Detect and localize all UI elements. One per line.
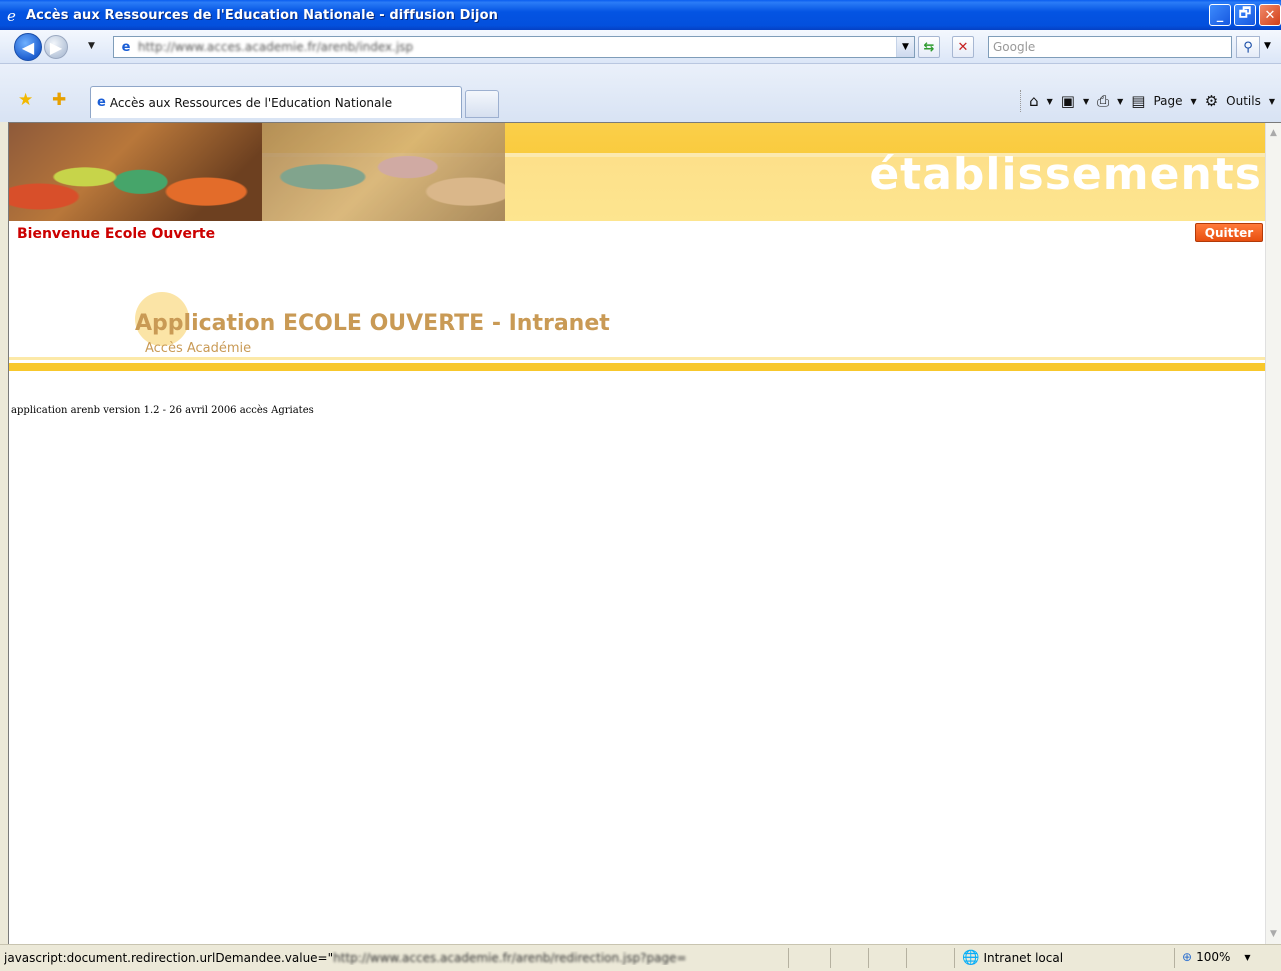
quit-button[interactable]: Quitter [1195,223,1263,242]
back-arrow-icon: ◀ [21,37,35,57]
page-menu-button[interactable]: Page [1153,94,1182,108]
globe-icon: 🌐 [962,950,980,966]
application-subtitle: Accès Académie [145,341,252,356]
svg-text:e: e [7,7,16,23]
maximize-button[interactable]: 🗗 [1234,4,1256,26]
header-banner: établissements [9,123,1266,221]
search-input[interactable]: Google [988,36,1232,58]
gear-icon: ⚙ [1204,92,1219,110]
address-toolbar: ◀ ▶ ▼ e http://www.acces.academie.fr/are… [0,30,1281,64]
status-panel [906,948,907,968]
status-text: javascript:document.redirection.urlDeman… [4,951,784,965]
status-panel [1174,948,1175,968]
window-title: Accès aux Ressources de l'Education Nati… [26,7,498,23]
status-url: http://www.acces.academie.fr/arenb/redir… [333,951,687,965]
close-button[interactable]: ✕ [1259,4,1281,26]
refresh-icon: ⇆ [923,39,935,55]
tab-row: ★ ✚ e Accès aux Ressources de l'Educatio… [0,64,1281,122]
version-info: application arenb version 1.2 - 26 avril… [11,405,314,416]
page-menu-icon: ▤ [1131,92,1146,110]
minimize-button[interactable]: _ [1209,4,1231,26]
tab-label: Accès aux Ressources de l'Education Nati… [109,95,393,110]
printer-icon[interactable]: ⎙ [1097,92,1109,110]
search-button[interactable]: ⚲ [1236,36,1260,58]
divider-light [9,357,1266,360]
add-favorites-icon[interactable]: ✚ [52,90,66,110]
banner-photo-students [9,123,262,221]
command-bar: ⌂ ▼ ▣ ▼ ⎙ ▼ ▤ Page ▼ ⚙ Outils ▼ [1020,86,1281,116]
page-viewport: établissements Bienvenue Ecole Ouverte Q… [8,122,1281,944]
search-icon: ⚲ [1243,39,1253,55]
refresh-button[interactable]: ⇆ [918,36,940,58]
banner-photo-faded [262,123,505,221]
url-text: http://www.acces.academie.fr/arenb/index… [138,40,414,54]
page-dropdown[interactable]: ▼ [1191,97,1197,106]
divider-yellow [9,363,1266,371]
scroll-down-icon[interactable]: ▼ [1266,926,1281,942]
window-title-bar: e Accès aux Ressources de l'Education Na… [0,0,1281,30]
status-prefix: javascript:document.redirection.urlDeman… [4,951,334,965]
stop-button[interactable]: ✕ [952,36,974,58]
status-panel [788,948,789,968]
zoom-level: 100% [1196,950,1231,964]
zoom-dropdown[interactable]: ▼ [1244,953,1250,962]
tab-ie-icon: e [97,95,106,110]
home-icon[interactable]: ⌂ [1029,92,1039,110]
stop-icon: ✕ [957,39,969,55]
back-button[interactable]: ◀ [14,33,42,61]
zone-label: Intranet local [983,951,1064,965]
application-title: Application ECOLE OUVERTE - Intranet [135,311,610,336]
scroll-up-icon[interactable]: ▲ [1266,125,1281,141]
status-bar: javascript:document.redirection.urlDeman… [0,944,1281,971]
page-icon: e [121,39,131,55]
address-input[interactable]: e http://www.acces.academie.fr/arenb/ind… [113,36,915,58]
separator [1020,90,1022,112]
forward-button[interactable]: ▶ [44,35,68,59]
print-dropdown[interactable]: ▼ [1117,97,1123,106]
forward-arrow-icon: ▶ [49,37,63,57]
status-panel [954,948,955,968]
close-icon: ✕ [1264,7,1276,23]
zoom-control[interactable]: ⊕ 100% ▼ [1182,950,1251,964]
new-tab-button[interactable] [465,90,499,118]
tools-dropdown[interactable]: ▼ [1269,97,1275,106]
tab-active[interactable]: e Accès aux Ressources de l'Education Na… [90,86,462,118]
home-dropdown[interactable]: ▼ [1047,97,1053,106]
minimize-icon: _ [1216,7,1224,23]
feeds-dropdown[interactable]: ▼ [1083,97,1089,106]
rss-feed-icon[interactable]: ▣ [1061,92,1075,110]
welcome-text: Bienvenue Ecole Ouverte [17,226,216,242]
history-dropdown[interactable]: ▼ [88,41,95,51]
security-zone[interactable]: 🌐 Intranet local [962,950,1063,966]
restore-icon: 🗗 [1238,6,1252,21]
favorites-star-icon[interactable]: ★ [18,90,33,110]
vertical-scrollbar[interactable]: ▲ ▼ [1265,123,1281,944]
status-panel [868,948,869,968]
search-options-dropdown[interactable]: ▼ [1264,41,1271,51]
banner-word: établissements [869,149,1262,200]
ie-logo-icon: e [6,7,22,25]
status-panel [830,948,831,968]
address-dropdown[interactable]: ▼ [896,37,914,57]
tools-menu-button[interactable]: Outils [1226,94,1261,108]
magnifier-icon: ⊕ [1182,950,1193,964]
